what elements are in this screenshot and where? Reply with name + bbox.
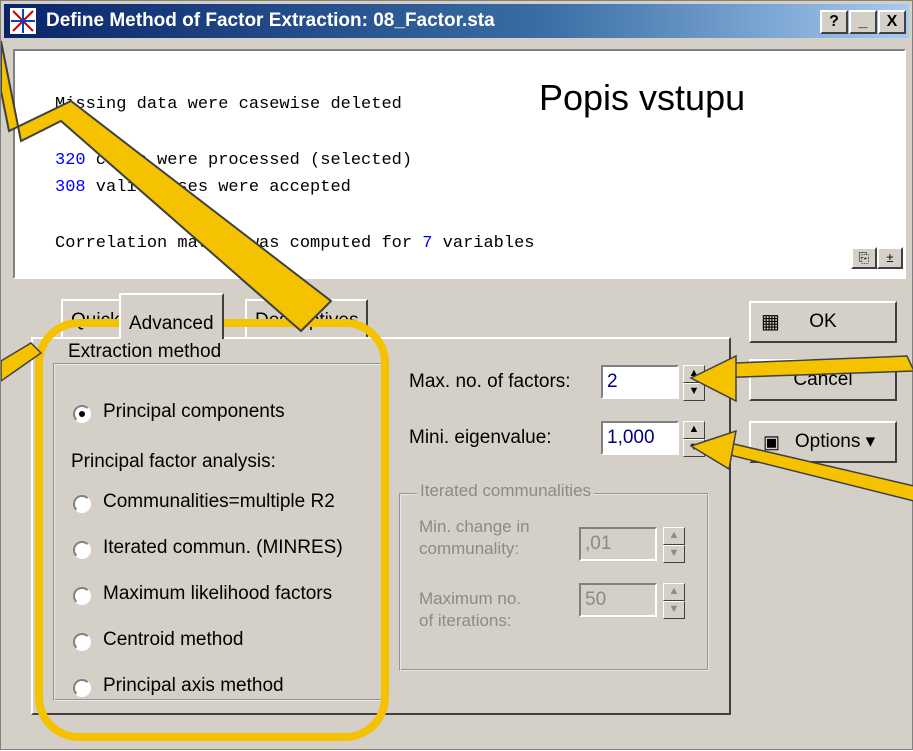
annotation-overlay — [1, 40, 913, 741]
annotation-arrow-big — [1, 40, 333, 333]
dialog-window: Define Method of Factor Extraction: 08_F… — [0, 0, 913, 750]
annotation-arrow-max-factors — [689, 354, 913, 403]
highlight-rounded-rect — [35, 319, 389, 741]
annotation-arrow-eigenvalue — [689, 429, 913, 502]
tab-advanced[interactable]: Advanced — [119, 293, 224, 339]
